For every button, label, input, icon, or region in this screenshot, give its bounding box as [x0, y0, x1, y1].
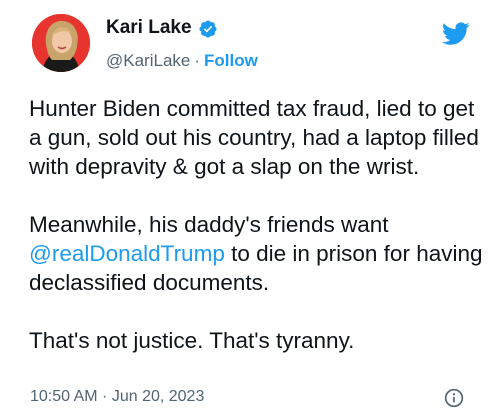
- author-name[interactable]: Kari Lake: [106, 16, 192, 40]
- tweet-paragraph-1: Hunter Biden committed tax fraud, lied t…: [29, 96, 479, 179]
- mention-link[interactable]: @realDonaldTrump: [29, 241, 225, 266]
- tweet-card: Kari Lake @KariLake · Follow Hunter Biden …: [0, 0, 500, 412]
- paragraph-2-before: Meanwhile, his daddy's friends want: [29, 212, 389, 237]
- info-icon[interactable]: [444, 388, 464, 408]
- author-handle[interactable]: @KariLake: [106, 51, 190, 70]
- tweet-timestamp[interactable]: 10:50 AM · Jun 20, 2023: [30, 387, 204, 407]
- handle-row: @KariLake · Follow: [106, 50, 258, 72]
- tweet-text: Hunter Biden committed tax fraud, lied t…: [29, 94, 489, 355]
- twitter-bird-icon[interactable]: [442, 22, 470, 46]
- avatar-image: [32, 14, 90, 72]
- follow-button[interactable]: Follow: [204, 51, 258, 70]
- verified-badge-icon: [199, 20, 217, 38]
- tweet-paragraph-2: Meanwhile, his daddy's friends want @rea…: [29, 210, 489, 297]
- separator-dot: ·: [194, 51, 201, 70]
- avatar[interactable]: [32, 14, 90, 72]
- tweet-paragraph-3: That's not justice. That's tyranny.: [29, 328, 355, 353]
